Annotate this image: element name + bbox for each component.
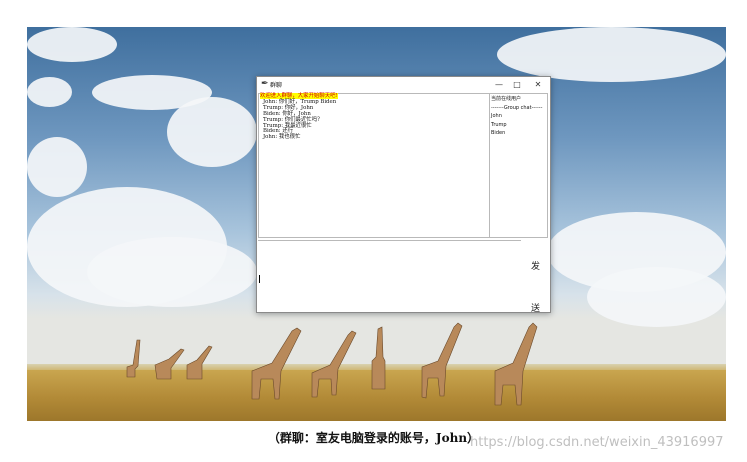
send-label-bottom: 送 — [531, 304, 541, 314]
send-label-top: 发 — [531, 262, 541, 272]
online-users-heading: 当前在线用户 — [491, 96, 522, 102]
online-user-list[interactable]: 当前在线用户 -------Group chat------ John Trum… — [490, 93, 548, 238]
close-button[interactable]: ✕ — [530, 79, 546, 90]
watermark: https://blog.csdn.net/weixin_43916997 — [470, 435, 724, 450]
window-title: 群聊 — [270, 82, 283, 89]
title-bar[interactable]: ✒ 群聊 — □ ✕ — [257, 77, 550, 93]
maximize-button[interactable]: □ — [509, 79, 525, 90]
send-button[interactable]: 发 送 — [523, 240, 548, 314]
text-caret — [259, 275, 260, 283]
group-chat-entry[interactable]: -------Group chat------ — [491, 104, 547, 113]
user-item[interactable]: John — [491, 112, 547, 121]
user-item[interactable]: Biden — [491, 129, 547, 138]
user-item[interactable]: Trump — [491, 121, 547, 130]
minimize-button[interactable]: — — [491, 79, 507, 90]
chat-message: John: 我也很忙 — [263, 134, 301, 141]
message-display[interactable]: 欢迎进入群聊，大家开始聊天吧! John: 你们好，Trump Biden Tr… — [258, 93, 490, 238]
message-input[interactable] — [258, 240, 521, 310]
feather-icon: ✒ — [261, 79, 269, 89]
chat-window[interactable]: ✒ 群聊 — □ ✕ 欢迎进入群聊，大家开始聊天吧! John: 你们好，Tru… — [256, 76, 551, 314]
